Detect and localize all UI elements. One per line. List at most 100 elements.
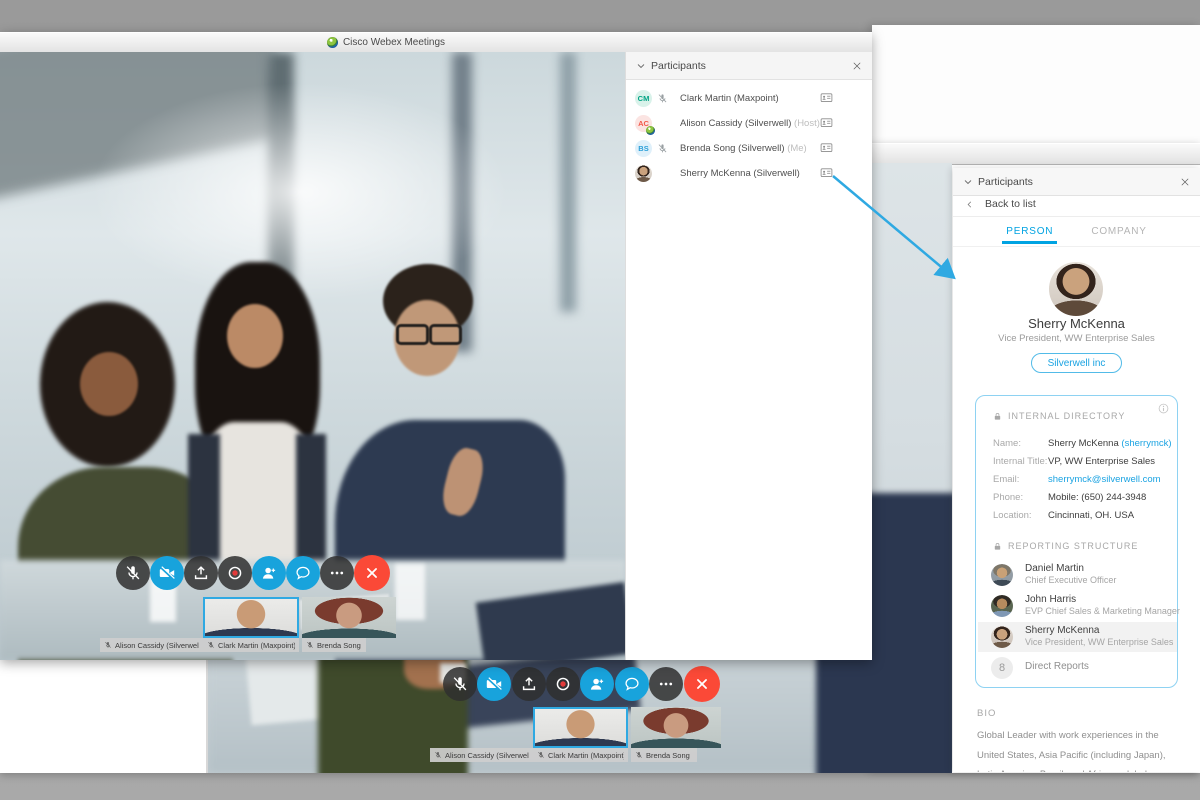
detail-panel-title: Participants <box>978 176 1033 188</box>
avatar <box>991 564 1013 586</box>
mute-button[interactable] <box>443 667 477 701</box>
more-options-button[interactable] <box>649 667 683 701</box>
reporting-structure-heading: REPORTING STRUCTURE <box>993 541 1138 551</box>
camera-off-icon <box>485 675 503 693</box>
participant-row[interactable]: CM Clark Martin (Maxpoint) <box>626 86 873 111</box>
participants-panel: Participants CM Clark Martin (Maxpoint) … <box>625 52 872 660</box>
contact-card-icon[interactable] <box>819 117 834 129</box>
desktop: Alison Cassidy (Silverwell) Clark Martin… <box>0 0 1200 800</box>
end-call-icon <box>363 564 381 582</box>
participant-row[interactable]: BS Brenda Song (Silverwell) (Me) <box>626 136 873 161</box>
more-options-icon <box>328 564 346 582</box>
mic-off-icon <box>635 751 643 759</box>
lock-icon <box>993 542 1002 551</box>
video-thumbnail[interactable] <box>533 707 628 748</box>
avatar <box>991 626 1013 648</box>
avatar: BS <box>635 140 652 157</box>
chevron-down-icon[interactable] <box>636 61 646 71</box>
email-link[interactable]: sherrymck@silverwell.com <box>1048 474 1161 485</box>
more-options-button[interactable] <box>320 556 354 590</box>
info-icon[interactable] <box>1158 403 1169 414</box>
video-thumbnail[interactable] <box>631 707 721 748</box>
detail-tabs: PERSON COMPANY <box>953 217 1200 247</box>
profile-title: Vice President, WW Enterprise Sales <box>953 333 1200 344</box>
mic-off-icon <box>537 751 545 759</box>
profile-name: Sherry McKenna <box>953 316 1200 331</box>
mic-off-icon <box>207 641 215 649</box>
mic-off-icon <box>104 641 112 649</box>
contact-card-icon[interactable] <box>819 142 834 154</box>
glasses-shape <box>429 324 462 345</box>
company-button[interactable]: Silverwell inc <box>1031 353 1122 373</box>
mic-off-icon <box>451 675 469 693</box>
record-button[interactable] <box>546 667 580 701</box>
speaker-name-label: Clark Martin (Maxpoint) <box>533 748 628 762</box>
contact-card-icon[interactable] <box>819 92 834 104</box>
speaker-name-label: Brenda Song <box>631 748 697 762</box>
directory-field: Location: Cincinnati, OH. USA <box>976 510 1179 528</box>
participants-button[interactable] <box>580 667 614 701</box>
speaker-name-label: Alison Cassidy (Silverwell) <box>100 638 203 652</box>
reporting-person-row-current[interactable]: Sherry McKenna Vice President, WW Enterp… <box>978 622 1177 652</box>
person-face-shape <box>80 352 138 416</box>
participant-row[interactable]: Sherry McKenna (Silverwell) <box>626 161 873 186</box>
video-button[interactable] <box>477 667 511 701</box>
participant-name: Clark Martin (Maxpoint) <box>680 93 779 104</box>
tab-company[interactable]: COMPANY <box>1089 220 1148 243</box>
video-thumbnail[interactable] <box>203 597 299 638</box>
back-to-list-button[interactable]: Back to list <box>953 192 1200 217</box>
reporting-person-row[interactable]: Daniel Martin Chief Executive Officer <box>978 560 1177 590</box>
internal-directory-heading: INTERNAL DIRECTORY <box>993 411 1125 421</box>
mic-off-icon <box>124 564 142 582</box>
chevron-down-icon[interactable] <box>963 177 973 187</box>
share-button[interactable] <box>512 667 546 701</box>
contact-card-icon[interactable] <box>819 167 834 179</box>
glasses-shape <box>396 324 429 345</box>
participants-icon <box>260 564 278 582</box>
direct-reports-count: 8 <box>991 657 1013 679</box>
end-call-button[interactable] <box>684 666 720 702</box>
share-button[interactable] <box>184 556 218 590</box>
record-icon <box>226 564 244 582</box>
mic-off-icon <box>306 641 314 649</box>
video-thumbnail[interactable] <box>302 597 396 638</box>
participants-panel-header: Participants <box>626 52 872 80</box>
close-icon[interactable] <box>852 61 862 71</box>
chat-icon <box>294 564 312 582</box>
share-upload-icon <box>520 675 538 693</box>
end-call-button[interactable] <box>354 555 390 591</box>
directory-field: Email: sherrymck@silverwell.com <box>976 474 1179 492</box>
mic-off-icon <box>434 751 442 759</box>
chat-button[interactable] <box>286 556 320 590</box>
avatar: CM <box>635 90 652 107</box>
window-titlebar[interactable]: Cisco Webex Meetings <box>0 32 872 54</box>
tab-person[interactable]: PERSON <box>1004 220 1055 243</box>
share-upload-icon <box>192 564 210 582</box>
mic-off-icon <box>657 93 668 104</box>
speaker-name-label: Brenda Song <box>302 638 366 652</box>
participant-name: Alison Cassidy (Silverwell) (Host) <box>680 118 820 129</box>
mic-off-icon <box>657 143 668 154</box>
video-button[interactable] <box>150 556 184 590</box>
participants-button[interactable] <box>252 556 286 590</box>
chat-button[interactable] <box>615 667 649 701</box>
record-button[interactable] <box>218 556 252 590</box>
window-frame-shape <box>560 52 576 312</box>
end-call-icon <box>693 675 711 693</box>
chat-icon <box>623 675 641 693</box>
speaker-name-label: Alison Cassidy (Silverwell) <box>430 748 533 762</box>
webex-window-main: Cisco Webex Meetings <box>0 32 872 660</box>
person-face-shape <box>227 304 283 368</box>
bio-text: Global Leader with work experiences in t… <box>977 726 1177 772</box>
glass-shape <box>395 564 425 620</box>
participant-row[interactable]: AC Alison Cassidy (Silverwell) (Host) <box>626 111 873 136</box>
mute-button[interactable] <box>116 556 150 590</box>
username-link[interactable]: (sherrymck) <box>1121 438 1171 449</box>
webex-ball-icon <box>646 126 655 135</box>
avatar: AC <box>635 115 652 132</box>
avatar <box>991 595 1013 617</box>
close-icon[interactable] <box>1180 177 1190 187</box>
reporting-person-row[interactable]: John Harris EVP Chief Sales & Marketing … <box>978 591 1177 621</box>
direct-reports-row[interactable]: 8 Direct Reports <box>978 653 1177 683</box>
directory-field: Name: Sherry McKenna (sherrymck) <box>976 438 1179 456</box>
